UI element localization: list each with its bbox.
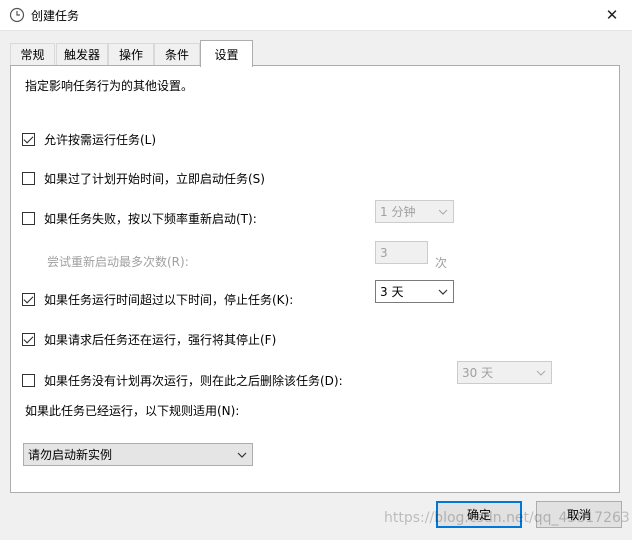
tab-label: 触发器 [63,48,100,62]
tab-label: 设置 [214,47,239,62]
allow-demand-row[interactable]: 允许按需运行任务(L) [22,130,156,148]
restart-attempts-label: 尝试重新启动最多次数(R): [47,254,189,269]
close-button[interactable]: ✕ [598,2,626,28]
allow-demand-checkbox[interactable] [22,132,35,146]
tab-actions[interactable]: 操作 [108,43,154,65]
window-title: 创建任务 [31,9,80,23]
tab-label: 条件 [164,48,189,62]
chevron-down-icon [536,370,546,376]
missed-start-checkbox[interactable] [22,171,35,185]
rule-value: 请勿启动新实例 [28,448,113,462]
stop-after-select[interactable]: 3 天 [375,280,454,303]
tab-conditions[interactable]: 条件 [154,43,200,65]
restart-interval-value: 1 分钟 [380,205,416,219]
title-bar: 创建任务 ✕ [0,0,632,31]
restart-attempts-row: 尝试重新启动最多次数(R): [47,252,189,270]
tab-settings[interactable]: 设置 [200,40,253,67]
chevron-down-icon [438,209,448,215]
restart-attempts-input[interactable]: 3 [375,241,428,264]
restart-fail-row[interactable]: 如果任务失败，按以下频率重新启动(T): [22,209,257,227]
restart-fail-label: 如果任务失败，按以下频率重新启动(T): [44,211,257,226]
stop-after-value: 3 天 [380,285,404,299]
tab-general[interactable]: 常规 [10,43,55,65]
delete-unscheduled-row[interactable]: 如果任务没有计划再次运行，则在此之后删除该任务(D): [22,371,343,389]
rule-select[interactable]: 请勿启动新实例 [23,443,253,466]
delete-unscheduled-label: 如果任务没有计划再次运行，则在此之后删除该任务(D): [44,373,343,388]
settings-panel: 指定影响任务行为的其他设置。 允许按需运行任务(L) 如果过了计划开始时间，立即… [10,65,620,493]
restart-attempts-unit: 次 [435,256,448,270]
chevron-down-icon [438,289,448,295]
delete-unscheduled-checkbox[interactable] [22,373,35,387]
restart-fail-checkbox[interactable] [22,211,35,225]
tab-label: 常规 [20,48,45,62]
rule-label-row: 如果此任务已经运行，以下规则适用(N): [25,401,239,419]
close-icon: ✕ [605,6,619,24]
chevron-down-icon [237,452,247,458]
force-stop-label: 如果请求后任务还在运行，强行将其停止(F) [44,332,277,347]
restart-interval-select[interactable]: 1 分钟 [375,200,454,223]
allow-demand-label: 允许按需运行任务(L) [44,132,157,147]
rule-label: 如果此任务已经运行，以下规则适用(N): [25,403,240,418]
restart-attempts-value: 3 [380,245,388,260]
force-stop-row[interactable]: 如果请求后任务还在运行，强行将其停止(F) [22,330,276,348]
tab-triggers[interactable]: 触发器 [56,43,108,65]
panel-description: 指定影响任务行为的其他设置。 [25,79,194,93]
stop-long-checkbox[interactable] [22,292,35,306]
delete-after-value: 30 天 [462,366,494,380]
delete-after-select[interactable]: 30 天 [457,361,552,384]
missed-start-label: 如果过了计划开始时间，立即启动任务(S) [44,171,265,186]
watermark: https://blog.csdn.net/qq_43817263 [384,510,630,526]
tab-label: 操作 [118,48,143,62]
clock-icon [9,7,25,23]
stop-long-row[interactable]: 如果任务运行时间超过以下时间，停止任务(K): [22,290,293,308]
stop-long-label: 如果任务运行时间超过以下时间，停止任务(K): [44,292,294,307]
missed-start-row[interactable]: 如果过了计划开始时间，立即启动任务(S) [22,169,265,187]
force-stop-checkbox[interactable] [22,332,35,346]
